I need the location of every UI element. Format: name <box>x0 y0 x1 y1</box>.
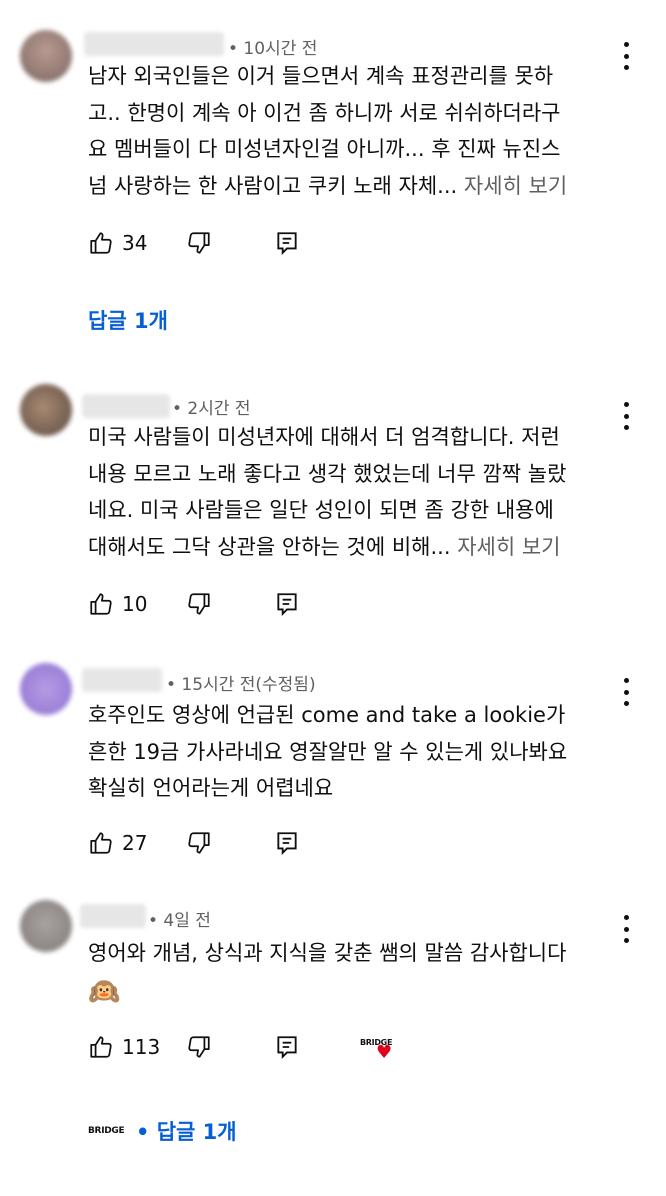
like-count: 34 <box>122 231 148 255</box>
reply-icon[interactable] <box>274 1034 300 1060</box>
dislike-icon[interactable] <box>186 1034 212 1060</box>
like-count: 10 <box>122 592 148 616</box>
view-replies-button[interactable]: • 답글 1개 <box>136 1116 237 1146</box>
view-replies-button[interactable]: 답글 1개 <box>88 305 168 335</box>
author-name-blurred[interactable] <box>82 394 170 418</box>
author-name-blurred[interactable] <box>82 668 162 692</box>
avatar[interactable] <box>20 900 72 952</box>
creator-logo: BRIDGE <box>88 1126 125 1136</box>
read-more-link[interactable]: 자세히 보기 <box>451 535 560 559</box>
comment-text: 영어와 개념, 상식과 지식을 갖춘 쌤의 말씀 감사합니다 🙉 <box>88 935 633 1012</box>
see-no-evil-monkey-emoji: 🙉 <box>88 976 121 1007</box>
comment-text: 호주인도 영상에 언급된 come and take a lookie가 흔한 … <box>88 703 568 800</box>
like-icon[interactable] <box>88 230 114 256</box>
comment-text: 남자 외국인들은 이거 들으면서 계속 표정관리를 못하 고.. 한명이 계속 … <box>88 64 568 198</box>
reply-icon[interactable] <box>274 830 300 856</box>
creator-heart-badge: BRIDGE ♥ <box>360 1038 400 1064</box>
read-more-link[interactable]: 자세히 보기 <box>457 174 567 198</box>
dislike-icon[interactable] <box>186 230 212 256</box>
like-icon[interactable] <box>88 830 114 856</box>
author-name-blurred[interactable] <box>80 904 146 928</box>
avatar[interactable] <box>20 30 72 82</box>
like-count: 27 <box>122 831 148 855</box>
reply-icon[interactable] <box>274 230 300 256</box>
like-count: 113 <box>122 1035 161 1059</box>
like-icon[interactable] <box>88 1034 114 1060</box>
comment-time: • 10시간 전 <box>228 39 318 59</box>
comment-time: • 15시간 전(수정됨) <box>166 675 316 695</box>
author-name-blurred[interactable] <box>84 32 224 56</box>
comment-text: 미국 사람들이 미성년자에 대해서 더 엄격합니다. 저런 내용 모르고 노래 … <box>88 425 567 559</box>
avatar[interactable] <box>20 663 72 715</box>
comment-time: • 4일 전 <box>148 911 211 931</box>
creator-replies-row[interactable]: BRIDGE • 답글 1개 <box>88 1116 288 1146</box>
like-icon[interactable] <box>88 591 114 617</box>
dislike-icon[interactable] <box>186 591 212 617</box>
reply-icon[interactable] <box>274 591 300 617</box>
comment-time: • 2시간 전 <box>172 399 251 419</box>
heart-icon: ♥ <box>376 1042 393 1063</box>
dislike-icon[interactable] <box>186 830 212 856</box>
avatar[interactable] <box>20 384 72 436</box>
